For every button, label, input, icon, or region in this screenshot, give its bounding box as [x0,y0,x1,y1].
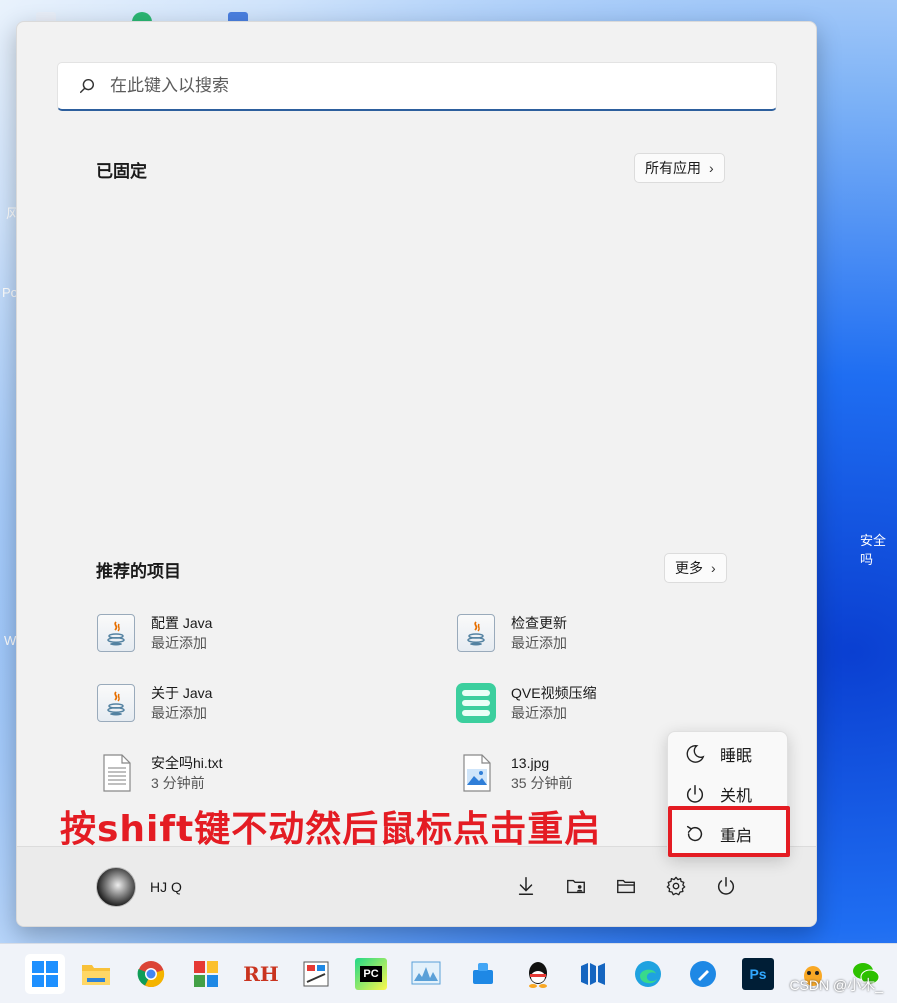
item-subtitle: 3 分钟前 [151,775,205,791]
qq-icon[interactable] [522,958,554,990]
all-apps-label: 所有应用 [645,160,701,176]
rh-icon[interactable]: RH [243,958,279,990]
recommended-item[interactable]: 检查更新 最近添加 [456,611,786,655]
recommended-title: 推荐的项目 [96,562,181,581]
item-subtitle: 35 分钟前 [511,775,573,791]
sleep-label: 睡眠 [720,748,753,765]
item-name: 检查更新 [511,615,567,631]
power-menu: 睡眠 关机 重启 [667,731,788,857]
start-bottom-bar: HJ Q [17,846,816,926]
java-icon [96,613,136,653]
recommended-item[interactable]: 配置 Java 最近添加 [96,611,426,655]
java-icon [456,613,496,653]
app-icon[interactable] [687,958,719,990]
chrome-icon[interactable] [135,958,167,990]
app-icon[interactable] [467,958,499,990]
restart-icon [686,825,703,842]
user-account-button[interactable]: HJ Q [96,867,182,907]
chevron-right-icon: › [711,560,716,576]
item-subtitle: 最近添加 [151,635,207,651]
chevron-right-icon: › [709,160,714,176]
item-name: 13.jpg [511,755,550,771]
power-icon[interactable] [714,874,738,898]
item-name: 安全吗hi.txt [151,755,223,771]
settings-gear-icon[interactable] [664,874,688,898]
app-icon[interactable] [300,958,332,990]
app-icon[interactable] [577,958,609,990]
item-name: 配置 Java [151,615,213,631]
image-file-icon [456,753,496,793]
windows-start-icon[interactable] [25,954,65,994]
recommended-item[interactable]: QVE视频压缩 最近添加 [456,681,786,725]
avatar [96,867,136,907]
search-input[interactable] [110,76,710,96]
item-subtitle: 最近添加 [511,635,567,651]
all-apps-button[interactable]: 所有应用 › [634,153,725,183]
search-box[interactable] [57,62,777,111]
restart-menu-item[interactable]: 重启 [668,814,789,854]
sleep-menu-item[interactable]: 睡眠 [668,734,789,774]
pycharm-icon[interactable]: PC [355,958,387,990]
pinned-title: 已固定 [96,162,147,181]
more-label: 更多 [675,560,703,576]
java-icon [96,683,136,723]
item-name: 关于 Java [151,685,213,701]
file-explorer-icon[interactable] [614,874,638,898]
power-icon [686,785,704,803]
text-file-icon [96,753,136,793]
item-name: QVE视频压缩 [511,685,597,701]
qve-app-icon [456,683,496,723]
desktop-label: 安全吗 [860,533,887,567]
instruction-annotation: 按shift键不动然后鼠标点击重启 [60,809,602,850]
recommended-item[interactable]: 关于 Java 最近添加 [96,681,426,725]
file-explorer-icon[interactable] [80,958,112,990]
restart-label: 重启 [720,828,753,845]
app-icon[interactable] [190,958,222,990]
item-subtitle: 最近添加 [511,705,567,721]
more-button[interactable]: 更多 › [664,553,727,583]
taskbar: RH PC Ps [0,943,897,1003]
edge-icon[interactable] [632,958,664,990]
downloads-icon[interactable] [514,874,538,898]
recommended-item[interactable]: 安全吗hi.txt 3 分钟前 [96,751,426,795]
item-subtitle: 最近添加 [151,705,207,721]
pycharm-label: PC [360,966,382,982]
search-icon [79,78,95,94]
shutdown-label: 关机 [720,788,753,805]
personal-folder-icon[interactable] [564,874,588,898]
user-name: HJ Q [150,879,182,895]
shutdown-menu-item[interactable]: 关机 [668,774,789,814]
monitor-icon[interactable] [410,958,442,990]
desktop-label: W [4,633,17,648]
watermark: CSDN @小木_ [789,977,883,993]
moon-icon [686,745,705,763]
photoshop-icon[interactable]: Ps [742,958,774,990]
